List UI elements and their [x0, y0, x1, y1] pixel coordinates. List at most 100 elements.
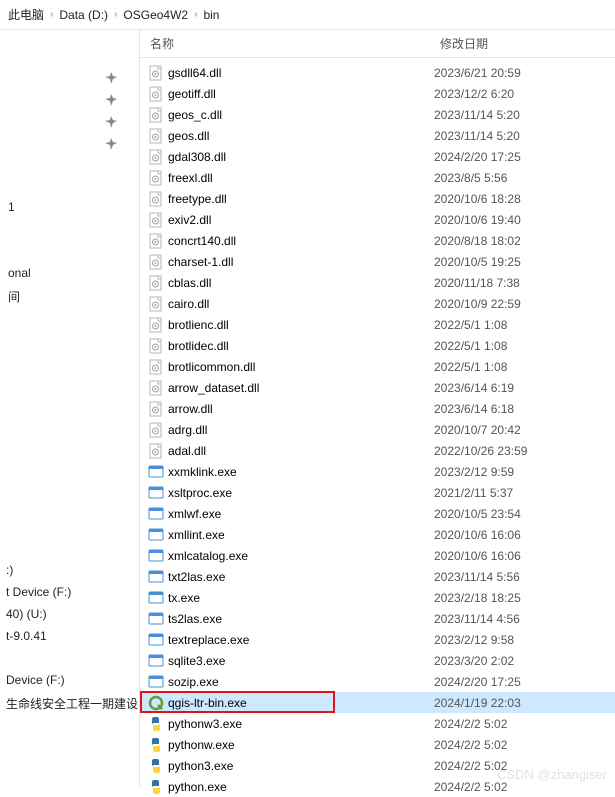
file-name: xmlcatalog.exe	[166, 549, 434, 563]
pin-icon	[105, 116, 117, 128]
file-row[interactable]: brotlidec.dll2022/5/1 1:08	[140, 335, 615, 356]
file-name: xmllint.exe	[166, 528, 434, 542]
file-name: geos.dll	[166, 129, 434, 143]
file-row[interactable]: tx.exe2023/2/18 18:25	[140, 587, 615, 608]
column-header-name[interactable]: 名称	[150, 35, 440, 52]
file-row[interactable]: charset-1.dll2020/10/5 19:25	[140, 251, 615, 272]
nav-item[interactable]: 40) (U:)	[0, 603, 139, 625]
file-row[interactable]: freexl.dll2023/8/5 5:56	[140, 167, 615, 188]
py-file-icon	[146, 737, 166, 753]
nav-item[interactable]: 1	[0, 196, 139, 218]
file-row[interactable]: freetype.dll2020/10/6 18:28	[140, 188, 615, 209]
file-date: 2022/5/1 1:08	[434, 318, 615, 332]
file-row[interactable]: brotlicommon.dll2022/5/1 1:08	[140, 356, 615, 377]
file-row[interactable]: pythonw3.exe2024/2/2 5:02	[140, 713, 615, 734]
file-row[interactable]: xmllint.exe2020/10/6 16:06	[140, 524, 615, 545]
file-date: 2024/2/20 17:25	[434, 150, 615, 164]
file-date: 2020/10/5 23:54	[434, 507, 615, 521]
file-row[interactable]: cblas.dll2020/11/18 7:38	[140, 272, 615, 293]
nav-item[interactable]: t Device (F:)	[0, 581, 139, 603]
file-name: arrow.dll	[166, 402, 434, 416]
dll-file-icon	[146, 401, 166, 417]
breadcrumb-item[interactable]: bin	[203, 8, 219, 22]
file-name: xmlwf.exe	[166, 507, 434, 521]
file-row[interactable]: textreplace.exe2023/2/12 9:58	[140, 629, 615, 650]
pinned-item[interactable]	[0, 136, 139, 158]
column-header-row[interactable]: 名称 修改日期	[140, 30, 615, 58]
file-date: 2023/6/21 20:59	[434, 66, 615, 80]
py-file-icon	[146, 758, 166, 774]
file-row[interactable]: xsltproc.exe2021/2/11 5:37	[140, 482, 615, 503]
nav-item[interactable]: 间	[0, 284, 139, 309]
file-row[interactable]: ts2las.exe2023/11/14 4:56	[140, 608, 615, 629]
nav-item[interactable]: 生命线安全工程一期建设	[0, 691, 139, 716]
navigation-pane[interactable]: 1 onal 间 :) t Device (F:) 40) (U:) t-9.0…	[0, 30, 140, 788]
file-row[interactable]: txt2las.exe2023/11/14 5:56	[140, 566, 615, 587]
py-file-icon	[146, 779, 166, 795]
file-row[interactable]: adrg.dll2020/10/7 20:42	[140, 419, 615, 440]
file-row[interactable]: geotiff.dll2023/12/2 6:20	[140, 83, 615, 104]
pinned-item[interactable]	[0, 70, 139, 92]
file-name: python3.exe	[166, 759, 434, 773]
file-name: exiv2.dll	[166, 213, 434, 227]
file-row[interactable]: brotlienc.dll2022/5/1 1:08	[140, 314, 615, 335]
nav-item[interactable]: Device (F:)	[0, 669, 139, 691]
file-name: gdal308.dll	[166, 150, 434, 164]
pinned-item[interactable]	[0, 114, 139, 136]
file-name: ts2las.exe	[166, 612, 434, 626]
chevron-right-icon: ›	[114, 9, 117, 20]
breadcrumb[interactable]: 此电脑 › Data (D:) › OSGeo4W2 › bin	[0, 0, 615, 30]
file-date: 2020/10/6 16:06	[434, 528, 615, 542]
file-row[interactable]: python3.exe2024/2/2 5:02	[140, 755, 615, 776]
chevron-right-icon: ›	[194, 9, 197, 20]
file-row[interactable]: pythonw.exe2024/2/2 5:02	[140, 734, 615, 755]
file-row[interactable]: geos.dll2023/11/14 5:20	[140, 125, 615, 146]
file-date: 2020/11/18 7:38	[434, 276, 615, 290]
file-row[interactable]: exiv2.dll2020/10/6 19:40	[140, 209, 615, 230]
file-row[interactable]: sozip.exe2024/2/20 17:25	[140, 671, 615, 692]
file-row[interactable]: concrt140.dll2020/8/18 18:02	[140, 230, 615, 251]
file-row[interactable]: gdal308.dll2024/2/20 17:25	[140, 146, 615, 167]
breadcrumb-item[interactable]: 此电脑	[8, 6, 44, 23]
file-name: sozip.exe	[166, 675, 434, 689]
file-date: 2024/2/2 5:02	[434, 759, 615, 773]
file-date: 2023/6/14 6:19	[434, 381, 615, 395]
file-row[interactable]: qgis-ltr-bin.exe2024/1/19 22:03	[140, 692, 615, 713]
file-date: 2024/2/2 5:02	[434, 717, 615, 731]
file-row[interactable]: geos_c.dll2023/11/14 5:20	[140, 104, 615, 125]
nav-item[interactable]: t-9.0.41	[0, 625, 139, 647]
dll-file-icon	[146, 317, 166, 333]
exe-file-icon	[146, 548, 166, 564]
file-row[interactable]: gsdll64.dll2023/6/21 20:59	[140, 62, 615, 83]
file-row[interactable]: sqlite3.exe2023/3/20 2:02	[140, 650, 615, 671]
nav-item[interactable]: onal	[0, 262, 139, 284]
file-row[interactable]: cairo.dll2020/10/9 22:59	[140, 293, 615, 314]
file-list[interactable]: gsdll64.dll2023/6/21 20:59geotiff.dll202…	[140, 58, 615, 797]
dll-file-icon	[146, 275, 166, 291]
file-row[interactable]: adal.dll2022/10/26 23:59	[140, 440, 615, 461]
file-row[interactable]: python.exe2024/2/2 5:02	[140, 776, 615, 797]
file-date: 2023/2/18 18:25	[434, 591, 615, 605]
file-date: 2023/11/14 5:20	[434, 129, 615, 143]
nav-item[interactable]: :)	[0, 559, 139, 581]
exe-file-icon	[146, 485, 166, 501]
exe-file-icon	[146, 569, 166, 585]
breadcrumb-item[interactable]: Data (D:)	[59, 8, 108, 22]
pinned-item[interactable]	[0, 92, 139, 114]
dll-file-icon	[146, 191, 166, 207]
file-date: 2024/2/2 5:02	[434, 780, 615, 794]
file-row[interactable]: xxmklink.exe2023/2/12 9:59	[140, 461, 615, 482]
qgis-file-icon	[146, 695, 166, 711]
file-row[interactable]: arrow.dll2023/6/14 6:18	[140, 398, 615, 419]
breadcrumb-item[interactable]: OSGeo4W2	[123, 8, 188, 22]
file-row[interactable]: xmlcatalog.exe2020/10/6 16:06	[140, 545, 615, 566]
file-row[interactable]: arrow_dataset.dll2023/6/14 6:19	[140, 377, 615, 398]
file-date: 2024/2/2 5:02	[434, 738, 615, 752]
dll-file-icon	[146, 422, 166, 438]
column-header-date[interactable]: 修改日期	[440, 35, 615, 52]
pin-icon	[105, 138, 117, 150]
file-list-pane: 名称 修改日期 gsdll64.dll2023/6/21 20:59geotif…	[140, 30, 615, 788]
exe-file-icon	[146, 590, 166, 606]
file-row[interactable]: xmlwf.exe2020/10/5 23:54	[140, 503, 615, 524]
file-date: 2023/2/12 9:59	[434, 465, 615, 479]
